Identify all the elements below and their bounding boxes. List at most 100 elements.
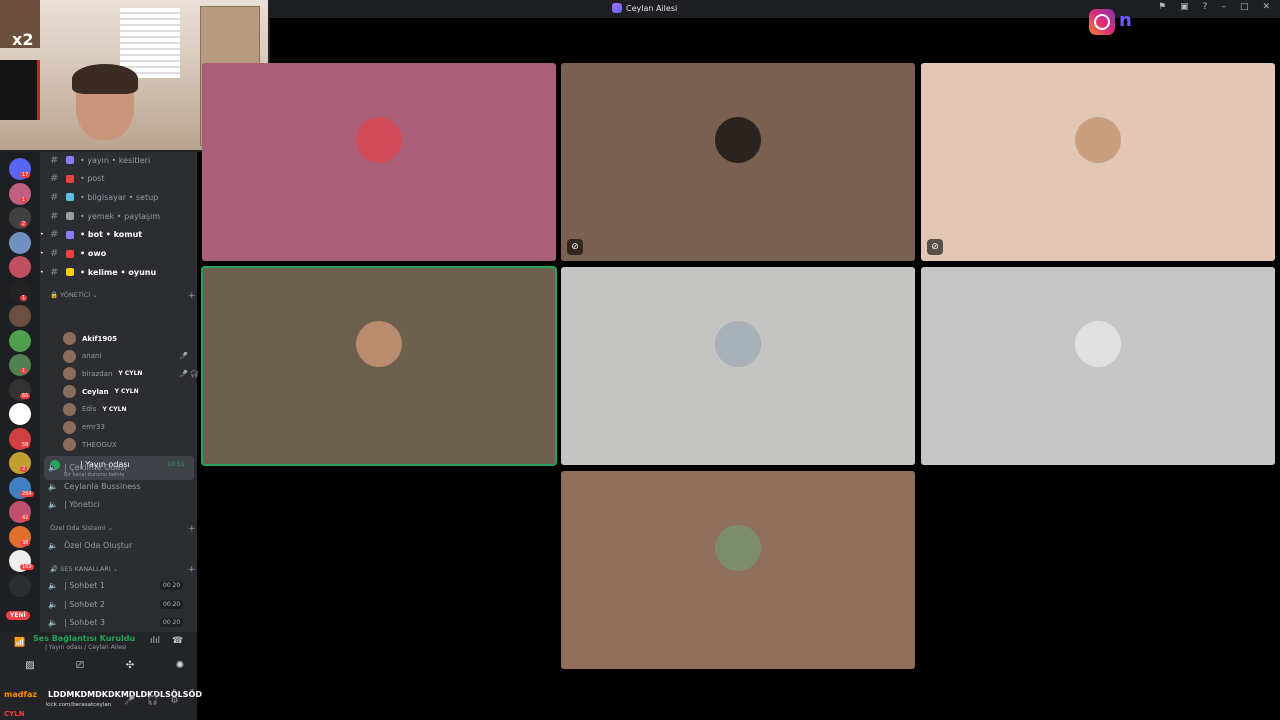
member-tag: Y CYLN: [114, 388, 139, 396]
add-channel-icon[interactable]: +: [188, 565, 196, 575]
category-private[interactable]: Özel Oda Sistemi ⌄ +: [50, 524, 196, 534]
member-tag: Y CYLN: [102, 405, 127, 413]
minimize-icon[interactable]: –: [1221, 2, 1226, 12]
speaker-icon: 🔈: [48, 462, 58, 472]
category-admin[interactable]: 🔒 YÖNETİCİ ⌄ +: [50, 291, 196, 301]
avatar: [63, 438, 76, 452]
voice-channel[interactable]: 🔈 | Sohbet 2 00 20: [48, 595, 184, 613]
speaker-icon: 🔈: [48, 580, 58, 590]
voice-channel[interactable]: 🔈 Özel Oda Oluştur: [48, 536, 132, 554]
hash-icon: #: [50, 248, 59, 259]
channel-label: • post: [80, 174, 105, 184]
webcam-window: [120, 8, 180, 78]
mic-icon[interactable]: 🎤: [124, 696, 135, 706]
text-channel[interactable]: • # • kelime • oyunu: [40, 263, 197, 281]
category-voice[interactable]: 🔊 SES KANALLARI ⌄ +: [50, 565, 196, 575]
voice-channel[interactable]: 🔈 | Yönetici: [48, 495, 100, 513]
settings-icon[interactable]: ⚙: [170, 696, 178, 706]
server-icon[interactable]: [9, 256, 31, 278]
add-channel-icon[interactable]: +: [188, 291, 196, 301]
soundboard-icon[interactable]: ✺: [170, 660, 190, 674]
participant-avatar: [715, 525, 761, 571]
text-channel[interactable]: # • yemek • paylaşım: [40, 207, 197, 225]
member-name: THEOGUX: [82, 440, 117, 449]
video-tile[interactable]: [561, 471, 915, 669]
disconnect-icon[interactable]: ☎: [172, 636, 183, 646]
voice-member[interactable]: birazdan Y CYLN 🎤̸ 🎧̸: [63, 365, 199, 382]
user-limit-badge: 00 20: [160, 580, 184, 590]
voice-channel[interactable]: 🔈 Ceylanla Bussiness: [48, 477, 141, 495]
voice-status[interactable]: Ses Bağlantısı Kuruldu: [33, 634, 135, 643]
channel-emoji-icon: [66, 230, 74, 239]
text-channel[interactable]: # • yayın • kesitleri: [40, 151, 197, 169]
channel-emoji-icon: [66, 212, 74, 221]
hash-icon: #: [50, 266, 59, 278]
voice-member[interactable]: anani 🎤̸: [63, 348, 188, 365]
video-tile[interactable]: [202, 63, 556, 261]
server-badge: 2: [20, 466, 28, 472]
channel-emoji-icon: [66, 249, 74, 258]
channel-label: • owo: [80, 249, 107, 258]
video-tile[interactable]: [561, 267, 915, 465]
server-badge: 2: [20, 221, 28, 227]
close-icon[interactable]: ✕: [1262, 2, 1270, 12]
screen-icon[interactable]: ▣: [1180, 2, 1189, 12]
participant-avatar: [1075, 117, 1121, 163]
text-channel[interactable]: # • post: [40, 170, 197, 188]
voice-member[interactable]: Edis Y CYLN: [63, 401, 127, 418]
channel-label: • bilgisayar • setup: [80, 192, 159, 202]
server-icon[interactable]: [9, 305, 31, 327]
text-channel[interactable]: • # • bot • komut: [40, 226, 197, 244]
help-icon[interactable]: ?: [1203, 2, 1208, 12]
camera-off-icon[interactable]: ▨: [20, 660, 40, 674]
video-tile[interactable]: [921, 267, 1275, 465]
video-tile[interactable]: ⊘: [561, 63, 915, 261]
voice-location[interactable]: | Yayın odası / Ceylan Ailesi: [45, 644, 127, 651]
participant-avatar: [356, 321, 402, 367]
muted-icon: ⊘: [927, 239, 943, 255]
user-link: kick.com/berasatceylan: [46, 702, 112, 708]
channel-label: • yayın • kesitleri: [80, 155, 151, 165]
voice-member[interactable]: Akif1905: [63, 330, 117, 347]
voice-member[interactable]: Ceylan Y CYLN: [63, 383, 139, 400]
add-channel-icon[interactable]: +: [188, 524, 196, 534]
text-channel[interactable]: • # • owo: [40, 245, 197, 263]
user-name[interactable]: madfaz: [4, 690, 37, 699]
server-icon[interactable]: [9, 574, 31, 597]
activities-icon[interactable]: ✣: [120, 660, 140, 674]
instagram-icon: [1089, 9, 1115, 35]
screen-share-icon[interactable]: ⎚: [70, 660, 90, 674]
avatar: [63, 420, 76, 434]
participant-avatar: [356, 117, 402, 163]
category-voice-label: SES KANALLARI: [60, 565, 111, 573]
server-icon[interactable]: [9, 329, 31, 352]
voice-member[interactable]: THEOGUX: [63, 436, 117, 453]
user-controls: 🎤 🎧 ⚙: [124, 696, 179, 706]
video-tile[interactable]: [201, 266, 557, 466]
server-icon[interactable]: [9, 231, 31, 254]
voice-member[interactable]: emr33: [63, 419, 105, 436]
mute-status-icon: 🎤̸: [179, 352, 188, 361]
maximize-icon[interactable]: □: [1240, 2, 1249, 12]
channel-emoji-icon: [66, 268, 74, 277]
signal-icon[interactable]: 📶: [14, 638, 25, 648]
voice-channel[interactable]: 🔈 | Sohbet 1 00 20: [48, 576, 184, 594]
inbox-icon[interactable]: ⚑: [1158, 2, 1166, 12]
unread-indicator: •: [40, 250, 44, 257]
voice-channel[interactable]: 🔈 | Çekilme Odası: [48, 458, 127, 476]
server-badge: 284: [20, 490, 34, 497]
window-title-text: Ceylan Ailesi: [626, 3, 678, 13]
speaker-icon: 🔈: [48, 499, 58, 509]
headphones-icon[interactable]: 🎧: [147, 696, 158, 706]
noise-suppression-icon[interactable]: ılıl: [150, 636, 160, 646]
server-icon[interactable]: [9, 403, 31, 425]
participant-avatar: [715, 321, 761, 367]
channel-label: • yemek • paylaşım: [80, 211, 161, 221]
participant-avatar: [1075, 321, 1121, 367]
voice-channel[interactable]: 🔈 | Sohbet 3 00 20: [48, 613, 184, 631]
video-tile[interactable]: ⊘: [921, 63, 1275, 261]
voice-channel-label: Özel Oda Oluştur: [63, 540, 133, 550]
text-channel[interactable]: # • bilgisayar • setup: [40, 188, 197, 206]
voice-connection-panel: 📶 Ses Bağlantısı Kuruldu | Yayın odası /…: [0, 632, 197, 684]
server-rail: 17 1 2 1 1 65 58 2 284 42 38 169: [0, 152, 40, 634]
